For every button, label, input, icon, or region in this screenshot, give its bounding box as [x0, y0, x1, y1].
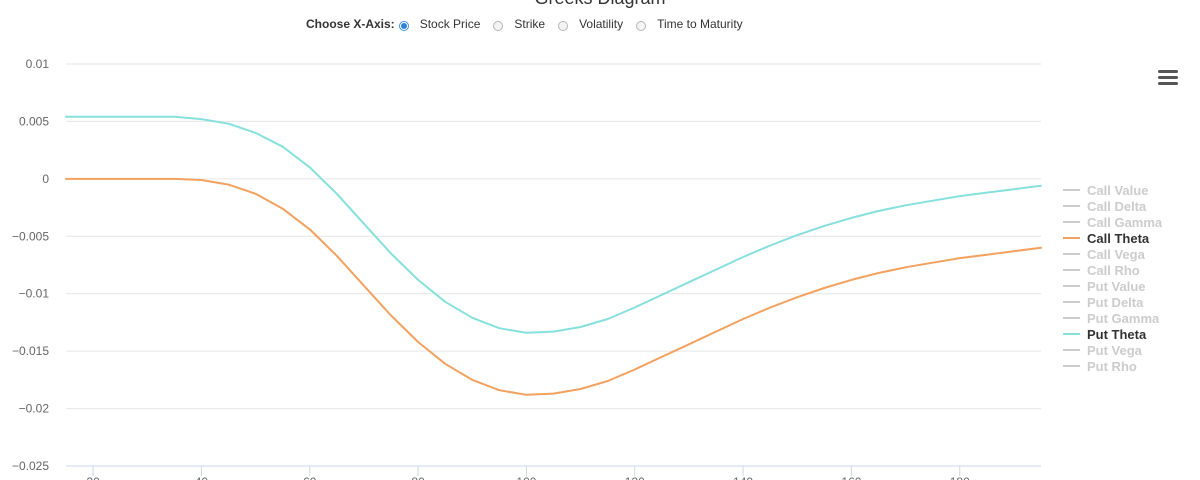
legend-item-call-vega[interactable]: Call Vega [1063, 247, 1146, 262]
y-tick-label: −0.015 [12, 344, 49, 358]
legend-label: Put Gamma [1087, 311, 1160, 326]
y-tick-label: −0.005 [12, 229, 49, 243]
legend-label: Put Theta [1087, 327, 1147, 342]
line-chart: 0.01 0.005 0 −0.005 −0.01 −0.015 −0.02 −0.025 20… [12, 57, 1163, 480]
legend-label: Put Value [1087, 279, 1146, 294]
y-tick-label: 0.01 [26, 57, 50, 71]
series-line-put-theta [65, 115, 1042, 334]
legend-item-call-value[interactable]: Call Value [1063, 183, 1148, 198]
x-tick-label: 40 [195, 475, 209, 480]
y-tick-label: −0.025 [12, 459, 49, 473]
legend-label: Call Value [1087, 183, 1148, 198]
legend-label: Call Vega [1087, 247, 1146, 262]
legend-item-put-rho[interactable]: Put Rho [1063, 359, 1137, 374]
legend-label: Call Gamma [1087, 215, 1163, 230]
legend-item-put-delta[interactable]: Put Delta [1063, 295, 1144, 310]
x-tick-label: 120 [625, 475, 645, 480]
legend-item-call-gamma[interactable]: Call Gamma [1063, 215, 1163, 230]
x-tick-label: 100 [516, 475, 536, 480]
legend-item-put-theta[interactable]: Put Theta [1063, 327, 1147, 342]
y-tick-label: −0.01 [19, 287, 50, 301]
x-tick-label: 20 [86, 475, 100, 480]
y-tick-label: −0.02 [19, 402, 50, 416]
legend-label: Put Vega [1087, 343, 1143, 358]
series-line-call-theta [65, 177, 1042, 396]
legend-item-put-vega[interactable]: Put Vega [1063, 343, 1143, 358]
legend-item-call-rho[interactable]: Call Rho [1063, 263, 1140, 278]
legend-label: Call Rho [1087, 263, 1140, 278]
legend-item-put-value[interactable]: Put Value [1063, 279, 1146, 294]
x-tick-label: 140 [733, 475, 753, 480]
x-tick-label: 80 [411, 475, 425, 480]
legend-item-call-delta[interactable]: Call Delta [1063, 199, 1147, 214]
y-tick-label: 0.005 [19, 114, 49, 128]
legend-item-put-gamma[interactable]: Put Gamma [1063, 311, 1160, 326]
legend-label: Put Delta [1087, 295, 1144, 310]
x-tick-label: 60 [303, 475, 317, 480]
legend-label: Put Rho [1087, 359, 1137, 374]
x-tick-label: 160 [841, 475, 861, 480]
y-tick-label: 0 [42, 172, 49, 186]
legend-item-call-theta[interactable]: Call Theta [1063, 231, 1150, 246]
legend-label: Call Delta [1087, 199, 1147, 214]
x-tick-label: 180 [950, 475, 970, 480]
legend-label: Call Theta [1087, 231, 1150, 246]
